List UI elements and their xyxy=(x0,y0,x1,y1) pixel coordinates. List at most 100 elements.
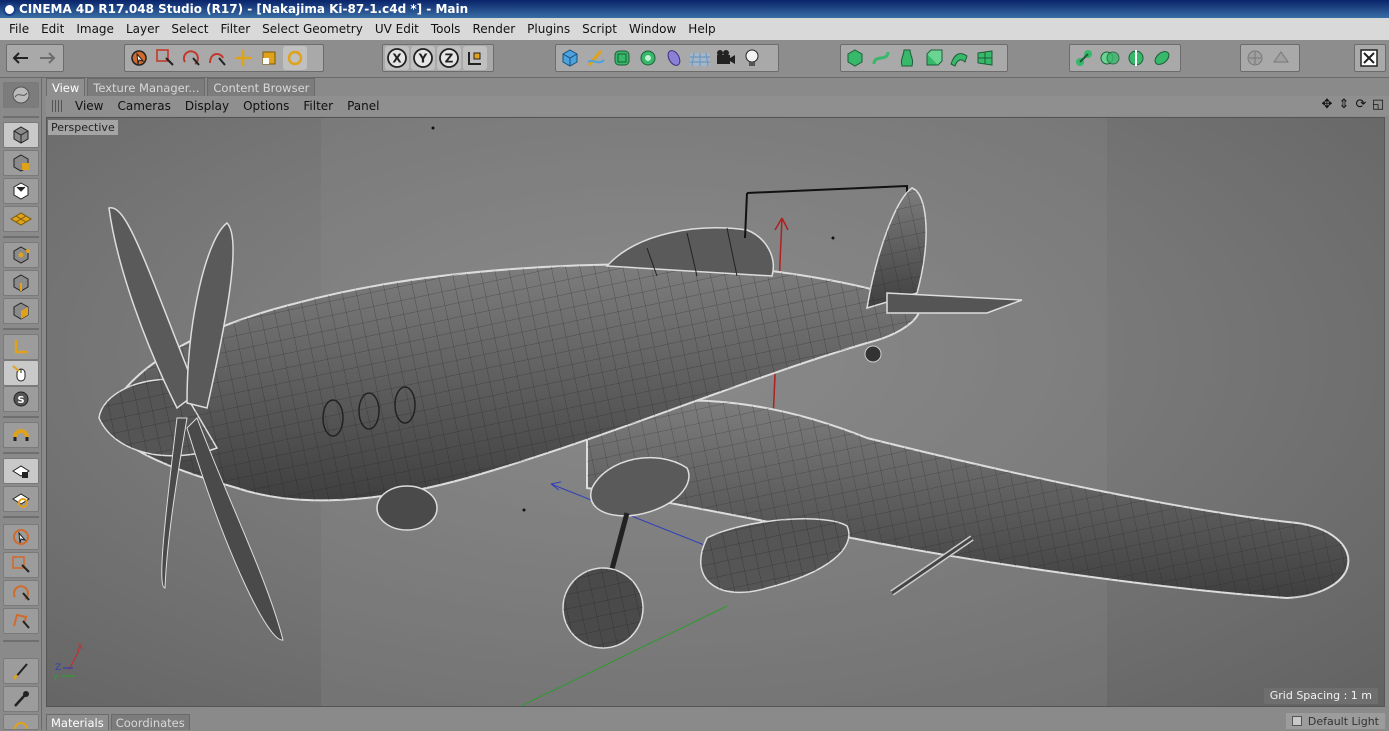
subdivision-icon[interactable] xyxy=(610,46,634,70)
axis-icon[interactable] xyxy=(3,334,39,360)
spline-green-icon[interactable] xyxy=(869,46,893,70)
menu-image[interactable]: Image xyxy=(70,18,120,40)
redo-icon[interactable] xyxy=(35,46,59,70)
lasso-select-icon[interactable] xyxy=(3,580,39,606)
move-icon[interactable] xyxy=(231,46,255,70)
lock-workplane-icon[interactable] xyxy=(3,458,39,484)
default-light-checkbox[interactable] xyxy=(1291,716,1302,726)
z-lock-icon[interactable]: Z xyxy=(437,46,461,70)
extrude-icon[interactable] xyxy=(921,46,945,70)
gizmo-x-axis xyxy=(68,649,80,671)
sweep-icon[interactable] xyxy=(947,46,971,70)
brush-icon[interactable] xyxy=(3,658,39,684)
box-select-icon[interactable] xyxy=(3,552,39,578)
metaball-icon[interactable] xyxy=(1150,46,1174,70)
cube-icon[interactable] xyxy=(558,46,582,70)
coordinate-system-icon[interactable] xyxy=(463,46,487,70)
live-selection-icon[interactable] xyxy=(127,46,151,70)
viewport-menu: View Cameras Display Options Filter Pane… xyxy=(46,96,1389,116)
viewport-menu-cameras[interactable]: Cameras xyxy=(110,96,177,116)
menu-script[interactable]: Script xyxy=(576,18,623,40)
bottom-tabs: Materials Coordinates xyxy=(46,714,190,730)
menu-select-geometry[interactable]: Select Geometry xyxy=(256,18,369,40)
workplane-icon[interactable] xyxy=(3,178,39,204)
workplane-grid-icon[interactable] xyxy=(3,206,39,232)
light-icon[interactable] xyxy=(740,46,764,70)
lathe-icon[interactable] xyxy=(895,46,919,70)
menu-edit[interactable]: Edit xyxy=(35,18,70,40)
axis-y-label: Y xyxy=(418,52,428,66)
menu-select[interactable]: Select xyxy=(165,18,214,40)
deformer-icon[interactable] xyxy=(662,46,686,70)
boole-icon[interactable] xyxy=(1098,46,1122,70)
scale-icon[interactable] xyxy=(205,46,229,70)
symmetry-icon[interactable] xyxy=(1124,46,1148,70)
undo-icon[interactable] xyxy=(9,46,33,70)
menu-filter[interactable]: Filter xyxy=(214,18,256,40)
array-icon[interactable] xyxy=(636,46,660,70)
objects-group xyxy=(555,44,779,72)
maximize-view-icon[interactable]: ◱ xyxy=(1371,98,1385,112)
menu-window[interactable]: Window xyxy=(623,18,682,40)
y-lock-icon[interactable]: Y xyxy=(411,46,435,70)
camera-icon[interactable] xyxy=(714,46,738,70)
viewport-menu-options[interactable]: Options xyxy=(236,96,296,116)
panel-grip-icon[interactable] xyxy=(52,100,62,112)
orbit-icon[interactable]: ⟳ xyxy=(1354,98,1368,112)
menu-layer[interactable]: Layer xyxy=(120,18,165,40)
points-mode-icon[interactable] xyxy=(3,242,39,268)
pan-icon[interactable]: ✥ xyxy=(1320,98,1334,112)
menu-render[interactable]: Render xyxy=(466,18,521,40)
object-mode-icon[interactable] xyxy=(3,122,39,148)
left-toolbar: S xyxy=(0,78,42,730)
viewport-menu-view[interactable]: View xyxy=(68,96,110,116)
tweak-icon[interactable] xyxy=(3,360,39,386)
separator xyxy=(3,640,39,642)
render-region-icon[interactable] xyxy=(1243,46,1267,70)
render-settings-icon[interactable] xyxy=(1269,46,1293,70)
tab-view[interactable]: View xyxy=(46,78,86,96)
tab-content-browser[interactable]: Content Browser xyxy=(207,78,316,96)
cube-scale-icon[interactable] xyxy=(257,46,281,70)
viewport-menu-display[interactable]: Display xyxy=(178,96,236,116)
rectangle-select-icon[interactable] xyxy=(153,46,177,70)
refresh-icon[interactable] xyxy=(283,46,307,70)
floor-icon[interactable] xyxy=(688,46,712,70)
fullscreen-icon[interactable] xyxy=(1357,46,1381,70)
menu-plugins[interactable]: Plugins xyxy=(521,18,576,40)
axis-lock-group: X Y Z xyxy=(382,44,494,72)
solo-icon[interactable]: S xyxy=(3,386,39,412)
gizmo-x-label: X xyxy=(77,643,83,653)
menu-tools[interactable]: Tools xyxy=(425,18,467,40)
tab-coordinates[interactable]: Coordinates xyxy=(110,714,190,730)
cube-green-icon[interactable] xyxy=(843,46,867,70)
rotate-icon[interactable] xyxy=(179,46,203,70)
tab-texture-manager[interactable]: Texture Manager... xyxy=(87,78,206,96)
loft-icon[interactable] xyxy=(973,46,997,70)
dolly-icon[interactable]: ⇕ xyxy=(1337,98,1351,112)
magnet-icon[interactable] xyxy=(3,486,39,512)
tab-materials[interactable]: Materials xyxy=(46,714,109,730)
x-lock-icon[interactable]: X xyxy=(385,46,409,70)
menu-file[interactable]: File xyxy=(3,18,35,40)
model-mode-icon[interactable] xyxy=(3,82,39,108)
polygons-mode-icon[interactable] xyxy=(3,298,39,324)
texture-mode-icon[interactable] xyxy=(3,150,39,176)
connect-icon[interactable] xyxy=(1072,46,1096,70)
title-bar: CINEMA 4D R17.048 Studio (R17) - [Nakaji… xyxy=(0,0,1389,18)
pen-icon[interactable] xyxy=(584,46,608,70)
edges-mode-icon[interactable] xyxy=(3,270,39,296)
menu-help[interactable]: Help xyxy=(682,18,721,40)
polygon-select-icon[interactable] xyxy=(3,608,39,634)
snap-icon[interactable] xyxy=(3,422,39,448)
viewport-menu-panel[interactable]: Panel xyxy=(340,96,386,116)
knife-icon[interactable] xyxy=(3,714,39,730)
live-select-icon[interactable] xyxy=(3,524,39,550)
main-wheel-mesh xyxy=(563,568,643,648)
eyedropper-icon[interactable] xyxy=(3,686,39,712)
viewport-menu-filter[interactable]: Filter xyxy=(296,96,340,116)
default-light-toggle[interactable]: Default Light xyxy=(1285,713,1385,729)
menu-uv-edit[interactable]: UV Edit xyxy=(369,18,425,40)
camera-label[interactable]: Perspective xyxy=(48,120,118,135)
viewport-perspective[interactable]: X Y Z Perspective Grid Spacing : 1 m xyxy=(46,117,1385,707)
